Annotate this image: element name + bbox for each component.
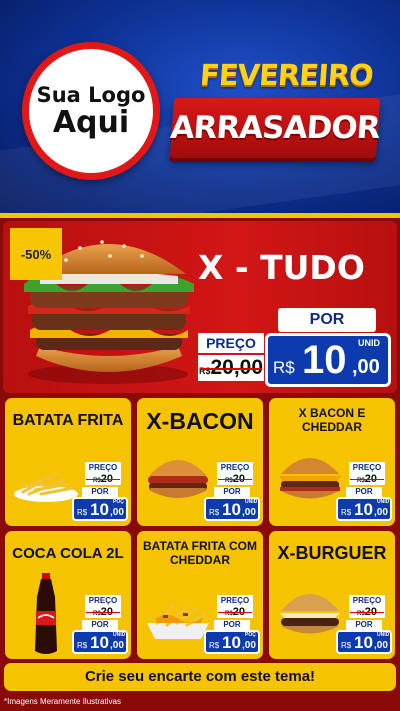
strikethrough-line xyxy=(350,479,384,480)
price-box: R$ 10,00 UNID xyxy=(336,630,392,654)
featured-price-box: R$ 10 ,00 UNID xyxy=(265,333,391,387)
currency: R$ xyxy=(209,641,220,650)
product-image xyxy=(11,454,81,509)
price-dec: ,00 xyxy=(242,640,256,651)
featured-old-price: R$20,00 xyxy=(198,355,264,381)
por-label: POR xyxy=(346,487,382,497)
product-name: X-BACON xyxy=(146,408,254,434)
price-box: R$ 10,00 POÇ xyxy=(72,497,128,521)
preco-label: PREÇO xyxy=(217,462,253,473)
preco-label: PREÇO xyxy=(217,595,253,606)
product-card: BATATA FRITA PREÇO R$20 POR R$ 10,00 POÇ xyxy=(5,398,131,526)
preco-label: PREÇO xyxy=(85,462,121,473)
strikethrough-line xyxy=(200,368,262,370)
por-label: POR xyxy=(214,487,250,497)
product-card: X-BURGUER PREÇO R$20 POR R$ 10,00 UNID xyxy=(269,531,395,659)
strikethrough-line xyxy=(218,479,252,480)
por-label: POR xyxy=(346,620,382,630)
featured-currency: R$ xyxy=(273,358,295,377)
featured-product-name: X - TUDO xyxy=(198,248,365,287)
unit-label: UNID xyxy=(377,499,390,505)
price-int: 10 xyxy=(354,633,373,652)
featured-unit: UNID xyxy=(358,338,380,348)
product-name: BATATA FRITA COM CHEDDAR xyxy=(143,539,257,567)
strikethrough-line xyxy=(218,612,252,613)
price-dec: ,00 xyxy=(242,507,256,518)
old-price: R$20 xyxy=(85,473,121,485)
currency: R$ xyxy=(341,641,352,650)
unit-label: UNID xyxy=(377,632,390,638)
price-int: 10 xyxy=(90,500,109,519)
campaign-title-plate: ARRASADOR xyxy=(169,98,381,158)
featured-price-dec: ,00 xyxy=(352,356,380,378)
preco-label: PREÇO xyxy=(85,595,121,606)
old-price: R$20 xyxy=(349,606,385,618)
strikethrough-line xyxy=(86,479,120,480)
price-dec: ,00 xyxy=(374,507,388,518)
price-int: 10 xyxy=(354,500,373,519)
cta-banner: Crie seu encarte com este tema! xyxy=(4,663,396,691)
product-card: BATATA FRITA COM CHEDDAR PREÇO R$20 POR R$ 10… xyxy=(137,531,263,659)
old-price: R$20 xyxy=(349,473,385,485)
campaign-title-line1: FEVEREIRO xyxy=(198,58,374,92)
product-name: X-BURGUER xyxy=(277,543,387,563)
currency: R$ xyxy=(341,508,352,517)
product-card: COCA COLA 2L PREÇO R$20 POR R$ 10,00 UNID xyxy=(5,531,131,659)
price-box: R$ 10,00 UNID xyxy=(72,630,128,654)
unit-label: UNID xyxy=(113,632,126,638)
por-label: POR xyxy=(214,620,250,630)
campaign-title-line2: ARRASADOR xyxy=(169,110,381,146)
price-int: 10 xyxy=(222,500,241,519)
product-image xyxy=(29,571,63,659)
currency: R$ xyxy=(209,508,220,517)
featured-price-int: 10 xyxy=(302,338,347,382)
por-label: POR xyxy=(82,620,118,630)
price-box: R$ 10,00 UNID xyxy=(204,497,260,521)
price-dec: ,00 xyxy=(110,507,124,518)
price-int: 10 xyxy=(90,633,109,652)
strikethrough-line xyxy=(86,612,120,613)
product-name: BATATA FRITA xyxy=(12,412,124,429)
logo-line2: Aqui xyxy=(52,105,130,141)
unit-label: POÇ xyxy=(113,499,124,505)
product-image xyxy=(143,450,213,509)
por-label: POR xyxy=(82,487,118,497)
discount-badge: -50% xyxy=(10,228,62,280)
unit-label: POÇ xyxy=(245,632,256,638)
logo-line1: Sua Logo xyxy=(36,83,146,108)
price-dec: ,00 xyxy=(374,640,388,651)
old-price: R$20 xyxy=(217,606,253,618)
product-name: X BACON E CHEDDAR xyxy=(298,406,366,434)
product-name: COCA COLA 2L xyxy=(12,545,124,562)
price-box: R$ 10,00 UNID xyxy=(336,497,392,521)
logo-placeholder: Sua Logo Aqui xyxy=(22,42,160,180)
price-box: R$ 10,00 POÇ xyxy=(204,630,260,654)
product-image xyxy=(275,585,345,646)
product-card: X-BACON PREÇO R$20 POR R$ 10,00 UNID xyxy=(137,398,263,526)
price-int: 10 xyxy=(222,633,241,652)
preco-label: PREÇO xyxy=(349,462,385,473)
product-image xyxy=(143,593,213,648)
strikethrough-line xyxy=(350,612,384,613)
currency: R$ xyxy=(77,508,88,517)
featured-preco-label: PREÇO xyxy=(198,333,264,353)
price-dec: ,00 xyxy=(110,640,124,651)
old-price: R$20 xyxy=(217,473,253,485)
product-image xyxy=(275,450,345,509)
old-price: R$20 xyxy=(85,606,121,618)
featured-por-label: POR xyxy=(278,308,376,332)
currency: R$ xyxy=(77,641,88,650)
product-card: X BACON E CHEDDAR PREÇO R$20 POR R$ 10,00 UNID xyxy=(269,398,395,526)
unit-label: UNID xyxy=(245,499,258,505)
disclaimer-note: *Imagens Meramente Ilustrativas xyxy=(4,697,121,706)
preco-label: PREÇO xyxy=(349,595,385,606)
